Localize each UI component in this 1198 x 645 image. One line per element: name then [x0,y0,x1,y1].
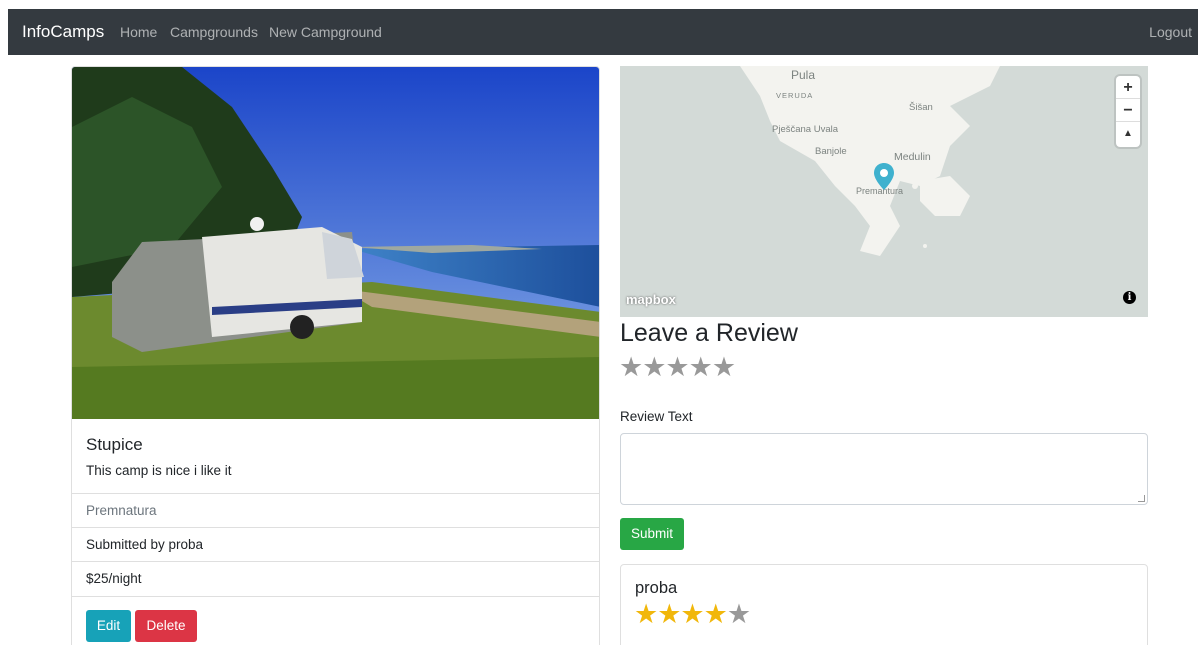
zoom-in-button[interactable]: + [1116,76,1140,99]
campground-map[interactable]: Pula VERUDA Šišan Pješčana Uvala Banjole… [620,66,1148,317]
zoom-out-button[interactable]: − [1116,99,1140,122]
map-label-medulin: Medulin [894,151,931,163]
review-heading: Leave a Review [620,319,798,347]
edit-button[interactable]: Edit [86,610,131,642]
nav-home[interactable]: Home [120,24,157,40]
map-label-banjole: Banjole [815,146,847,157]
star-empty-icon: ★ [726,599,751,629]
review-text-label: Review Text [620,409,693,424]
campground-card: Stupice This camp is nice i like it Prem… [71,66,600,645]
review-textarea[interactable] [620,433,1148,505]
delete-button[interactable]: Delete [135,610,197,642]
nav-new-campground[interactable]: New Campground [269,24,382,40]
map-zoom-controls: + − ▲ [1116,76,1140,147]
map-label-sisan: Šišan [909,102,933,113]
review-author: proba [635,579,678,597]
campground-location: Premnatura [72,493,599,527]
info-icon[interactable]: i [1123,291,1136,304]
compass-button[interactable]: ▲ [1116,122,1140,145]
rating-stars-input[interactable]: ★★★★★ [619,352,736,383]
star-filled-icon: ★★★★ [634,599,728,629]
mapbox-logo[interactable]: mapbox [626,292,676,307]
map-label-pjescana-uvala: Pješčana Uvala [772,124,839,135]
submit-button[interactable]: Submit [620,518,684,550]
resize-handle-icon[interactable] [1138,495,1145,502]
map-marker-icon[interactable] [873,162,895,191]
campground-submitted-by: Submitted by proba [72,527,599,561]
map-label-veruda: VERUDA [776,91,814,100]
nav-campgrounds[interactable]: Campgrounds [170,24,258,40]
review-rating-stars: ★★★★★ [634,599,751,630]
map-label-pula: Pula [791,68,816,82]
campground-title: Stupice [86,435,143,454]
campground-photo [72,67,599,419]
brand-link[interactable]: InfoCamps [22,22,104,42]
nav-logout[interactable]: Logout [1149,24,1192,40]
review-card: proba ★★★★★ [620,564,1148,645]
navbar: InfoCamps Home Campgrounds New Campgroun… [8,9,1198,55]
campground-description: This camp is nice i like it [86,463,232,478]
campground-price: $25/night [72,561,599,595]
